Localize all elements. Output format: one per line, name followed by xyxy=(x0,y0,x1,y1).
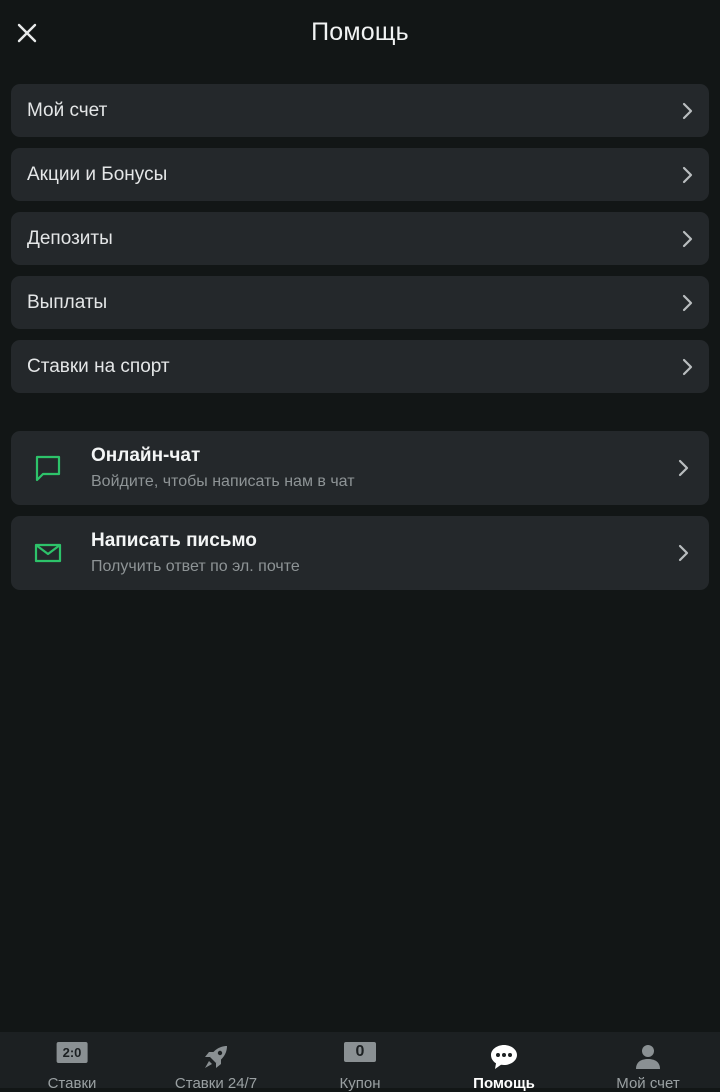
help-topic-label: Ставки на спорт xyxy=(27,356,681,378)
chat-icon xyxy=(33,453,63,483)
chat-bubble-icon xyxy=(489,1042,519,1072)
chevron-right-icon xyxy=(681,294,695,312)
contact-subtitle: Получить ответ по эл. почте xyxy=(91,558,677,576)
coupon-icon: 0 xyxy=(344,1042,376,1062)
chevron-right-icon xyxy=(677,459,691,477)
score-icon: 2:0 xyxy=(57,1042,88,1063)
chevron-right-icon xyxy=(681,166,695,184)
nav-item-coupon[interactable]: 0 Купон xyxy=(288,1032,432,1088)
chevron-right-icon xyxy=(681,230,695,248)
help-topic-my-account[interactable]: Мой счет xyxy=(11,84,709,137)
chevron-right-icon xyxy=(681,102,695,120)
rocket-icon xyxy=(201,1042,231,1072)
contact-title: Написать письмо xyxy=(91,530,677,552)
nav-item-my-account[interactable]: Мой счет xyxy=(576,1032,720,1088)
nav-label: Купон xyxy=(288,1075,432,1092)
help-topic-label: Мой счет xyxy=(27,100,681,122)
page-title: Помощь xyxy=(0,18,720,47)
nav-label: Помощь xyxy=(432,1075,576,1092)
help-topic-payouts[interactable]: Выплаты xyxy=(11,276,709,329)
user-icon xyxy=(633,1042,663,1072)
help-topic-promotions[interactable]: Акции и Бонусы xyxy=(11,148,709,201)
help-topic-label: Акции и Бонусы xyxy=(27,164,681,186)
contact-options-list: Онлайн-чат Войдите, чтобы написать нам в… xyxy=(11,431,709,601)
help-topics-list: Мой счет Акции и Бонусы Депозиты Выплаты… xyxy=(11,84,709,404)
score-badge: 2:0 xyxy=(57,1042,88,1063)
write-email-button[interactable]: Написать письмо Получить ответ по эл. по… xyxy=(11,516,709,590)
help-topic-deposits[interactable]: Депозиты xyxy=(11,212,709,265)
header: Помощь xyxy=(0,0,720,68)
help-topic-label: Выплаты xyxy=(27,292,681,314)
help-topic-label: Депозиты xyxy=(27,228,681,250)
nav-label: Ставки 24/7 xyxy=(144,1075,288,1092)
mail-icon xyxy=(33,538,63,568)
contact-subtitle: Войдите, чтобы написать нам в чат xyxy=(91,473,677,491)
nav-label: Мой счет xyxy=(576,1075,720,1092)
nav-item-bets-24-7[interactable]: Ставки 24/7 xyxy=(144,1032,288,1088)
nav-label: Ставки xyxy=(0,1075,144,1092)
chevron-right-icon xyxy=(681,358,695,376)
contact-title: Онлайн-чат xyxy=(91,445,677,467)
coupon-count-badge: 0 xyxy=(344,1042,376,1062)
chevron-right-icon xyxy=(677,544,691,562)
help-topic-sports-betting[interactable]: Ставки на спорт xyxy=(11,340,709,393)
bottom-navigation: 2:0 Ставки Ставки 24/7 0 Купон xyxy=(0,1032,720,1088)
nav-item-bets[interactable]: 2:0 Ставки xyxy=(0,1032,144,1088)
nav-item-help[interactable]: Помощь xyxy=(432,1032,576,1088)
online-chat-button[interactable]: Онлайн-чат Войдите, чтобы написать нам в… xyxy=(11,431,709,505)
